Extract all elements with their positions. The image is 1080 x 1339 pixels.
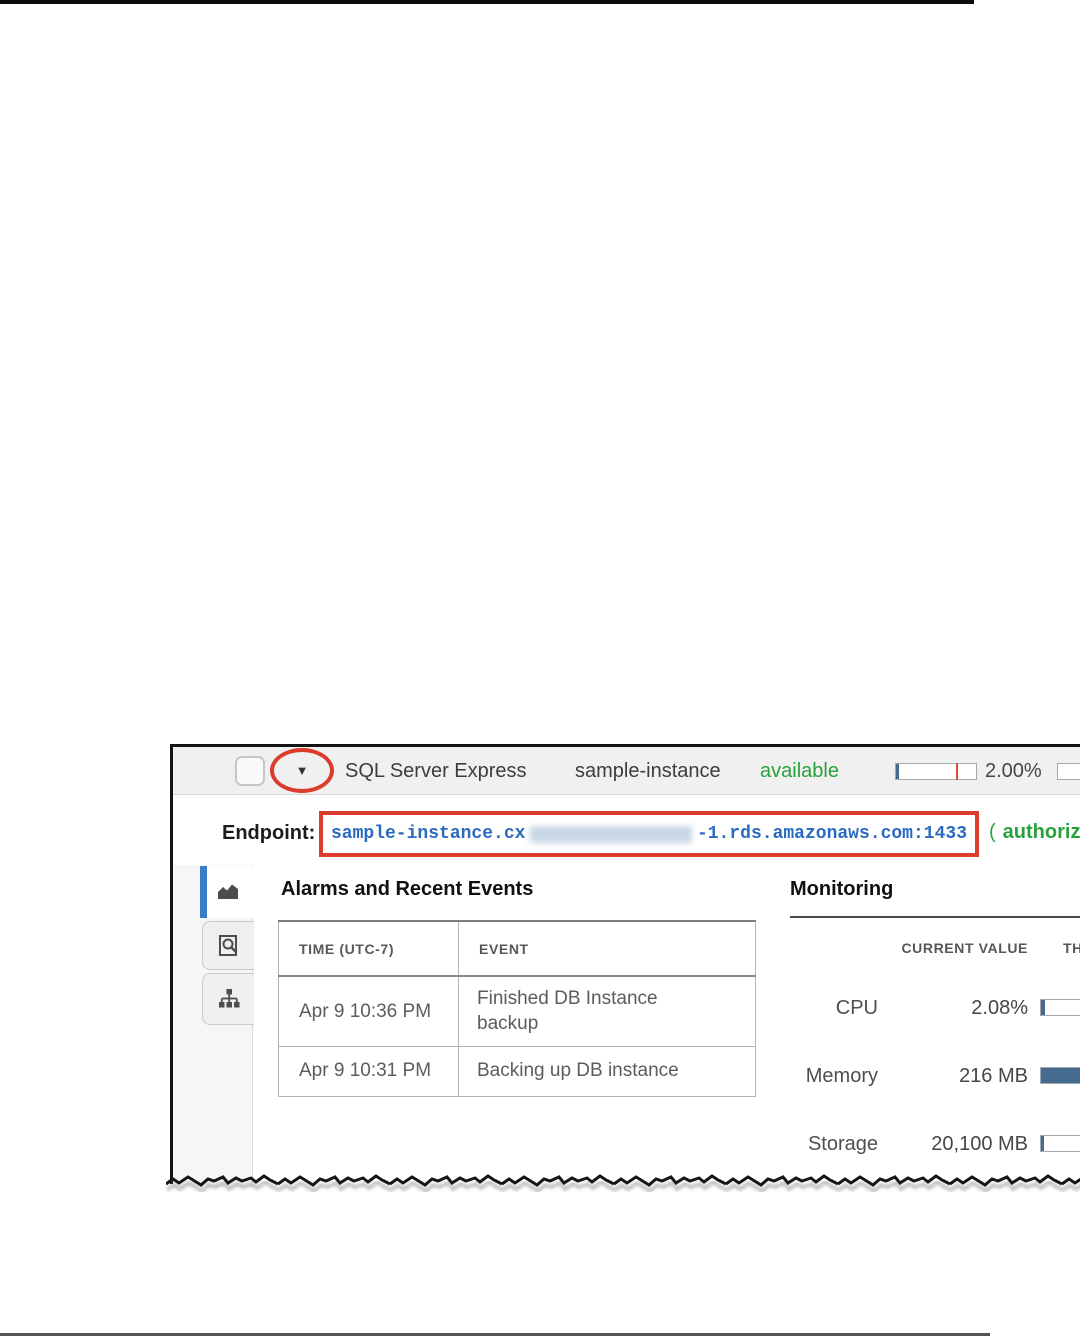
endpoint-host-prefix: sample-instance.cx [331, 824, 526, 844]
metric-bar [1040, 1135, 1080, 1152]
alarms-section-title: Alarms and Recent Events [281, 878, 534, 900]
metric-bar-fill [1041, 1000, 1045, 1015]
cpu-usage-bar [895, 763, 977, 780]
open-paren: ( [989, 821, 996, 843]
metric-value: 20,100 MB [931, 1133, 1028, 1155]
redacted-blur [530, 825, 692, 843]
monitoring-section-title: Monitoring [790, 878, 894, 900]
column-header-event: EVENT [458, 920, 756, 977]
sidebar-tab-logs[interactable] [202, 921, 254, 970]
cpu-usage-fill [896, 764, 900, 779]
engine-label: SQL Server Express [345, 760, 527, 782]
endpoint-host-suffix: -1.rds.amazonaws.com:1433 [696, 824, 967, 844]
authorized-status: ( authorize [989, 821, 1080, 844]
alarms-header-row: TIME (UTC-7) EVENT [278, 920, 756, 977]
cpu-percent-text: 2.00% [985, 760, 1042, 782]
sidebar-tab-monitoring[interactable] [200, 866, 255, 918]
metric-value: 216 MB [959, 1065, 1028, 1087]
metric-bar [1040, 999, 1080, 1016]
rds-console-screenshot: ▼ SQL Server Express sample-instance ava… [170, 744, 1080, 1187]
page-top-rule [0, 0, 974, 4]
column-header-current-value: CURRENT VALUE [901, 940, 1028, 956]
document-page: ▼ SQL Server Express sample-instance ava… [0, 0, 1080, 1339]
column-header-threshold-truncated: TH [1063, 940, 1080, 956]
page-bottom-rule [0, 1333, 990, 1336]
metric-bar-fill [1041, 1136, 1045, 1151]
area-chart-icon [215, 880, 241, 904]
red-circle-annotation: ▼ [270, 748, 334, 793]
monitoring-row-memory: Memory 216 MB [173, 1062, 1080, 1092]
metric-bar-fill [1041, 1068, 1080, 1083]
instance-row[interactable]: ▼ SQL Server Express sample-instance ava… [173, 747, 1080, 795]
metric-label: CPU [835, 997, 878, 1019]
red-rectangle-annotation: sample-instance.cx -1.rds.amazonaws.com:… [319, 811, 979, 857]
threshold-marker [956, 763, 958, 780]
metric-label: Storage [807, 1133, 878, 1155]
monitoring-row-storage: Storage 20,100 MB [173, 1130, 1080, 1160]
metric-value: 2.08% [971, 997, 1028, 1019]
metric-label: Memory [805, 1065, 878, 1087]
authorized-text: authorize [1002, 821, 1080, 843]
active-tab-indicator [200, 866, 207, 918]
monitoring-title-rule [790, 916, 1080, 918]
instance-name: sample-instance [575, 760, 721, 782]
metric-bar [1040, 1067, 1080, 1084]
endpoint-label: Endpoint: [222, 822, 316, 844]
second-usage-bar [1057, 763, 1080, 780]
column-header-time: TIME (UTC-7) [278, 920, 459, 977]
monitoring-row-cpu: CPU 2.08% [173, 994, 1080, 1024]
instance-checkbox[interactable] [235, 756, 265, 786]
expand-arrow-icon[interactable]: ▼ [296, 763, 309, 778]
preview-icon [217, 933, 241, 959]
status-text: available [760, 760, 839, 782]
